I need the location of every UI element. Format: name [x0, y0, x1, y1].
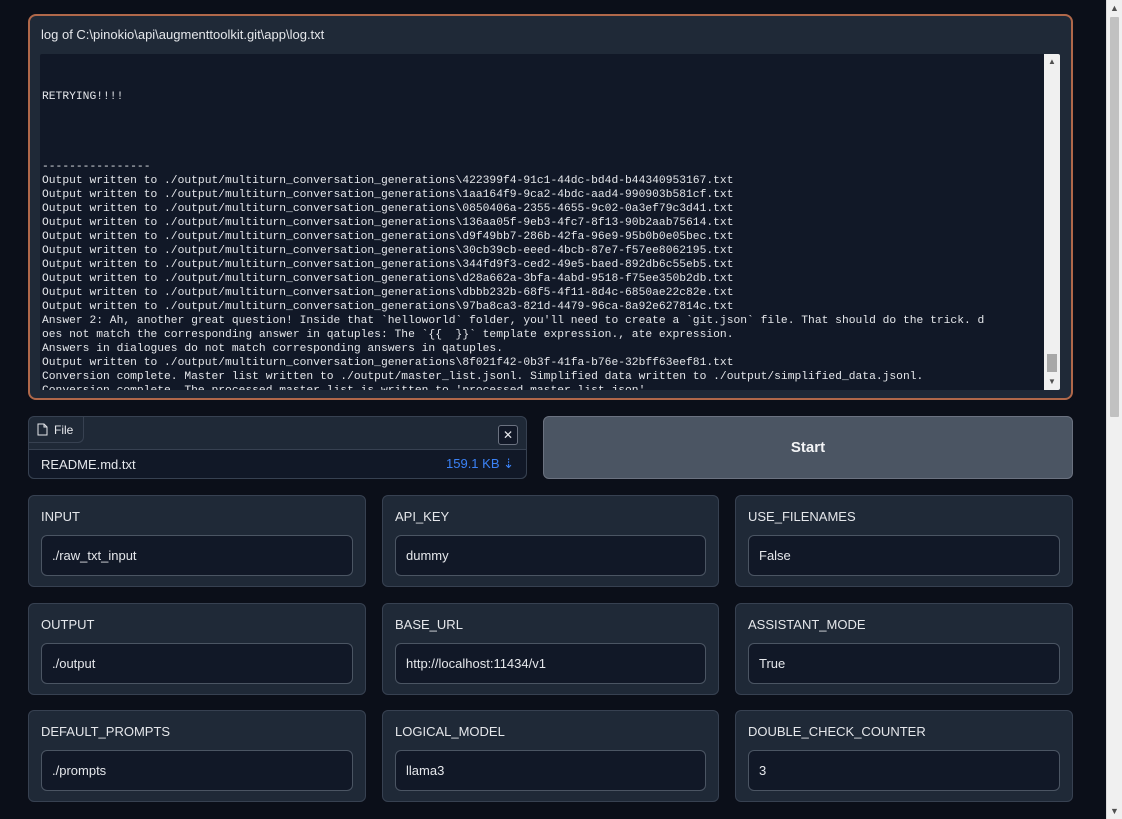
- log-line: RETRYING!!!!: [42, 91, 124, 103]
- log-line: ----------------: [42, 161, 151, 173]
- file-upload-panel: File ✕ README.md.txt 159.1 KB ⇣: [28, 416, 527, 479]
- scroll-up-arrow-icon[interactable]: ▲: [1044, 54, 1060, 70]
- field-api-key: API_KEYdummy: [382, 495, 719, 587]
- file-name: README.md.txt: [41, 456, 136, 472]
- page-scroll-up-arrow-icon[interactable]: ▲: [1107, 0, 1122, 16]
- file-icon: [37, 423, 48, 436]
- field-double-check-counter: DOUBLE_CHECK_COUNTER 3: [735, 710, 1073, 802]
- field-use-filenames: USE_FILENAMES False: [735, 495, 1073, 587]
- file-download-link[interactable]: 159.1 KB ⇣: [446, 456, 514, 472]
- log-line: oes not match the corresponding answer i…: [42, 329, 734, 341]
- scroll-down-arrow-icon[interactable]: ▼: [1044, 374, 1060, 390]
- log-line: Output written to ./output/multiturn_con…: [42, 175, 734, 187]
- output-input[interactable]: ./output: [41, 643, 353, 684]
- log-line: Output written to ./output/multiturn_con…: [42, 287, 734, 299]
- field-label: BASE_URL: [395, 617, 463, 632]
- field-input: INPUT ./raw_txt_input: [28, 495, 366, 587]
- log-panel: log of C:\pinokio\api\augmenttoolkit.git…: [28, 14, 1073, 400]
- field-label: DEFAULT_PROMPTS: [41, 724, 171, 739]
- assistant-mode-input[interactable]: True: [748, 643, 1060, 684]
- close-icon: ✕: [502, 428, 514, 442]
- use-filenames-input[interactable]: False: [748, 535, 1060, 576]
- log-line: Answer 2: Ah, another great question! In…: [42, 315, 985, 327]
- page-scrollbar[interactable]: ▲ ▼: [1106, 0, 1122, 819]
- start-button[interactable]: Start: [543, 416, 1073, 479]
- field-label: OUTPUT: [41, 617, 95, 632]
- field-label: ASSISTANT_MODE: [748, 617, 866, 632]
- log-scrollbar[interactable]: ▲ ▼: [1044, 54, 1060, 390]
- page-scroll-thumb[interactable]: [1110, 17, 1119, 417]
- default-prompts-input[interactable]: ./prompts: [41, 750, 353, 791]
- field-label: LOGICAL_MODEL: [395, 724, 505, 739]
- field-label: USE_FILENAMES: [748, 509, 856, 524]
- clear-file-button[interactable]: ✕: [498, 425, 518, 445]
- file-tab-label: File: [54, 422, 74, 437]
- log-title: log of C:\pinokio\api\augmenttoolkit.git…: [41, 27, 325, 42]
- page-scroll-down-arrow-icon[interactable]: ▼: [1107, 803, 1122, 819]
- file-tab: File: [29, 417, 85, 443]
- log-line: Output written to ./output/multiturn_con…: [42, 189, 734, 201]
- field-output: OUTPUT ./output: [28, 603, 366, 695]
- log-text: RETRYING!!!! ---------------- Output writt…: [40, 54, 1041, 390]
- log-line: Output written to ./output/multiturn_con…: [42, 357, 734, 369]
- log-line: Output written to ./output/multiturn_con…: [42, 259, 734, 271]
- field-label: INPUT: [41, 509, 80, 524]
- double-check-counter-input[interactable]: 3: [748, 750, 1060, 791]
- uploaded-file-row: README.md.txt 159.1 KB ⇣: [29, 449, 526, 478]
- field-logical-model: LOGICAL_MODEL llama3: [382, 710, 719, 802]
- input-input[interactable]: ./raw_txt_input: [41, 535, 353, 576]
- logical-model-input[interactable]: llama3: [395, 750, 706, 791]
- api-key-input[interactable]: dummy: [395, 535, 706, 576]
- field-base-url: BASE_URL http://localhost:11434/v1: [382, 603, 719, 695]
- log-line: Output written to ./output/multiturn_con…: [42, 231, 734, 243]
- field-label: DOUBLE_CHECK_COUNTER: [748, 724, 926, 739]
- log-line: Output written to ./output/multiturn_con…: [42, 301, 734, 313]
- field-label: API_KEY: [395, 509, 450, 524]
- log-line: Output written to ./output/multiturn_con…: [42, 245, 734, 257]
- log-line: Conversion complete. Master list written…: [42, 371, 924, 383]
- log-scroll-thumb[interactable]: [1047, 354, 1057, 372]
- log-output[interactable]: RETRYING!!!! ---------------- Output writt…: [40, 54, 1060, 390]
- log-line: Output written to ./output/multiturn_con…: [42, 203, 734, 215]
- log-line: Conversion complete. The processed maste…: [42, 384, 1041, 390]
- log-line: Output written to ./output/multiturn_con…: [42, 273, 734, 285]
- field-assistant-mode: ASSISTANT_MODE True: [735, 603, 1073, 695]
- log-line: Output written to ./output/multiturn_con…: [42, 217, 734, 229]
- base-url-input[interactable]: http://localhost:11434/v1: [395, 643, 706, 684]
- log-line: Answers in dialogues do not match corres…: [42, 343, 503, 355]
- field-default-prompts: DEFAULT_PROMPTS ./prompts: [28, 710, 366, 802]
